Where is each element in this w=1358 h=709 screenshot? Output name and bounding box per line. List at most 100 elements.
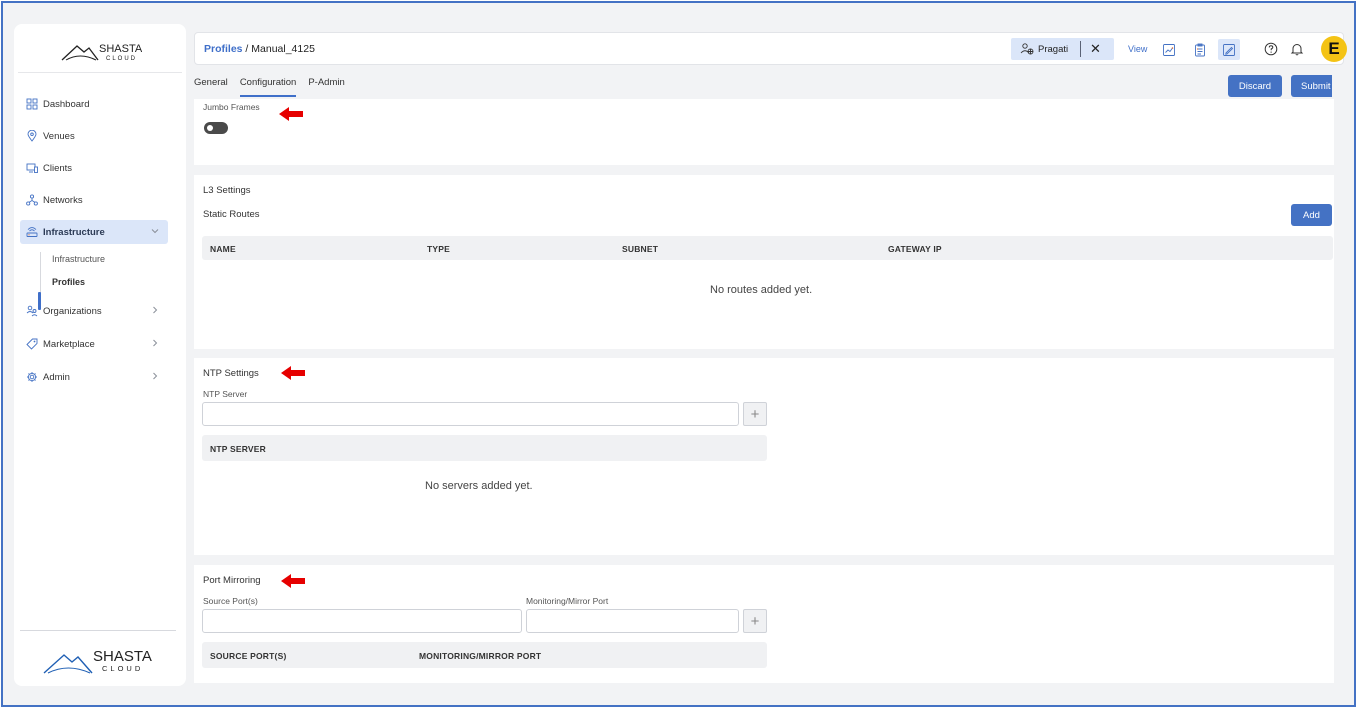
port-mirroring-panel: Port Mirroring Source Port(s) Monitoring… <box>194 565 1334 683</box>
sidebar-item-label: Infrastructure <box>43 226 105 238</box>
chevron-down-icon <box>151 229 159 234</box>
routes-table-header: NAME TYPE SUBNET GATEWAY IP <box>202 236 1333 260</box>
sidebar: SHASTA CLOUD Dashboard Venues Clients Ne… <box>14 24 186 686</box>
ntp-settings-title: NTP Settings <box>203 368 259 379</box>
port-mirroring-table-header: SOURCE PORT(S) MONITORING/MIRROR PORT <box>202 642 767 668</box>
impersonated-user-name: Pragati <box>1038 44 1069 55</box>
jumbo-frames-toggle[interactable] <box>204 122 228 134</box>
bell-icon[interactable] <box>1290 42 1304 56</box>
plus-icon: + <box>750 612 760 630</box>
report-chart-icon <box>1163 43 1175 56</box>
tab-p-admin[interactable]: P-Admin <box>308 77 344 97</box>
submit-button[interactable]: Submit <box>1291 75 1332 97</box>
mountain-logo-icon: SHASTA CLOUD <box>43 648 152 674</box>
sidebar-subitem-profiles[interactable]: Profiles <box>52 277 85 287</box>
sidebar-item-infrastructure[interactable]: Infrastructure <box>20 220 168 244</box>
breadcrumb-current: Manual_4125 <box>251 43 315 55</box>
location-pin-icon <box>27 130 37 142</box>
column-header-subnet[interactable]: SUBNET <box>622 244 658 254</box>
sidebar-item-networks[interactable]: Networks <box>20 188 168 212</box>
plus-icon: + <box>750 405 760 423</box>
column-header-ntp-server[interactable]: NTP SERVER <box>210 444 266 454</box>
l3-settings-title: L3 Settings <box>203 185 251 196</box>
logo-text: SHASTA <box>99 43 142 55</box>
view-label: View <box>1128 44 1148 54</box>
top-bar: Profiles / Manual_4125 Pragati ✕ View E <box>194 32 1347 65</box>
sidebar-item-dashboard[interactable]: Dashboard <box>20 92 168 116</box>
sidebar-item-admin[interactable]: Admin <box>20 365 168 389</box>
ntp-table-header: NTP SERVER <box>202 435 767 461</box>
static-routes-title: Static Routes <box>203 209 260 220</box>
organizations-icon <box>26 305 38 317</box>
sidebar-item-label: Networks <box>43 194 83 206</box>
ntp-server-input[interactable] <box>202 402 739 426</box>
sidebar-item-label: Clients <box>43 162 73 174</box>
brand-logo[interactable]: SHASTA CLOUD <box>60 40 143 65</box>
close-icon[interactable]: ✕ <box>1090 41 1101 57</box>
add-route-button[interactable]: Add <box>1291 204 1332 226</box>
column-header-name[interactable]: NAME <box>210 244 236 254</box>
avatar[interactable]: E <box>1321 36 1347 62</box>
view-config-button[interactable] <box>1218 39 1240 60</box>
column-header-source-ports[interactable]: SOURCE PORT(S) <box>210 651 286 661</box>
sidebar-item-label: Dashboard <box>43 98 90 110</box>
gear-icon <box>27 372 37 382</box>
ntp-settings-panel: NTP Settings NTP Server + NTP SERVER No … <box>194 358 1334 555</box>
breadcrumb-separator: / <box>242 43 252 55</box>
red-arrow-annotation <box>281 366 305 380</box>
sidebar-divider <box>18 72 182 73</box>
add-ntp-server-button[interactable]: + <box>743 402 767 426</box>
router-icon <box>26 227 38 237</box>
view-checklist-button[interactable] <box>1189 39 1211 60</box>
port-mirroring-title: Port Mirroring <box>203 575 261 586</box>
profile-tabs: General Configuration P-Admin <box>194 77 357 97</box>
logo-subtext: CLOUD <box>106 56 137 62</box>
impersonation-chip: Pragati ✕ <box>1011 38 1114 60</box>
chevron-right-icon <box>153 372 158 380</box>
source-ports-input[interactable] <box>202 609 522 633</box>
jumbo-frames-panel: Jumbo Frames <box>194 99 1334 165</box>
jumbo-frames-label: Jumbo Frames <box>203 102 260 112</box>
breadcrumb: Profiles / Manual_4125 <box>204 43 315 55</box>
tab-general[interactable]: General <box>194 77 228 97</box>
ntp-server-label: NTP Server <box>203 389 248 399</box>
user-globe-icon <box>1020 43 1034 55</box>
view-dashboard-button[interactable] <box>1158 39 1180 60</box>
logo-text: SHASTA <box>93 648 152 665</box>
sidebar-item-marketplace[interactable]: Marketplace <box>20 332 168 356</box>
sidebar-item-venues[interactable]: Venues <box>20 124 168 148</box>
brand-logo-footer: SHASTA CLOUD <box>42 646 154 679</box>
column-header-type[interactable]: TYPE <box>427 244 450 254</box>
column-header-gateway-ip[interactable]: GATEWAY IP <box>888 244 942 254</box>
tab-configuration[interactable]: Configuration <box>239 77 297 97</box>
sidebar-item-organizations[interactable]: Organizations <box>20 299 168 323</box>
sidebar-subitem-infrastructure[interactable]: Infrastructure <box>52 254 105 264</box>
sidebar-item-label: Admin <box>43 371 70 383</box>
routes-empty-state: No routes added yet. <box>710 284 813 296</box>
sidebar-item-label: Organizations <box>43 305 102 317</box>
dashboard-icon <box>26 98 38 110</box>
ntp-empty-state: No servers added yet. <box>425 480 533 492</box>
sidebar-item-label: Venues <box>43 130 75 142</box>
column-header-monitoring-port[interactable]: MONITORING/MIRROR PORT <box>419 651 541 661</box>
add-port-mirror-button[interactable]: + <box>743 609 767 633</box>
source-ports-label: Source Port(s) <box>203 596 258 606</box>
sidebar-item-label: Marketplace <box>43 338 95 350</box>
breadcrumb-link-profiles[interactable]: Profiles <box>204 43 243 55</box>
monitoring-port-input[interactable] <box>526 609 739 633</box>
chip-divider <box>1080 41 1081 57</box>
help-icon[interactable] <box>1264 42 1278 56</box>
clipboard-icon <box>1195 43 1205 56</box>
red-arrow-annotation <box>279 107 303 121</box>
logo-subtext: CLOUD <box>102 664 143 673</box>
network-icon <box>26 194 38 206</box>
discard-button[interactable]: Discard <box>1228 75 1282 97</box>
app-frame: SHASTA CLOUD Dashboard Venues Clients Ne… <box>1 1 1356 707</box>
sidebar-item-clients[interactable]: Clients <box>20 156 168 180</box>
tag-icon <box>26 338 38 350</box>
chevron-right-icon <box>153 339 158 347</box>
red-arrow-annotation <box>281 574 305 588</box>
mountain-logo-icon: SHASTA CLOUD <box>61 43 143 62</box>
l3-settings-panel: L3 Settings Static Routes Add NAME TYPE … <box>194 175 1334 349</box>
sidebar-bottom-divider <box>20 630 176 631</box>
